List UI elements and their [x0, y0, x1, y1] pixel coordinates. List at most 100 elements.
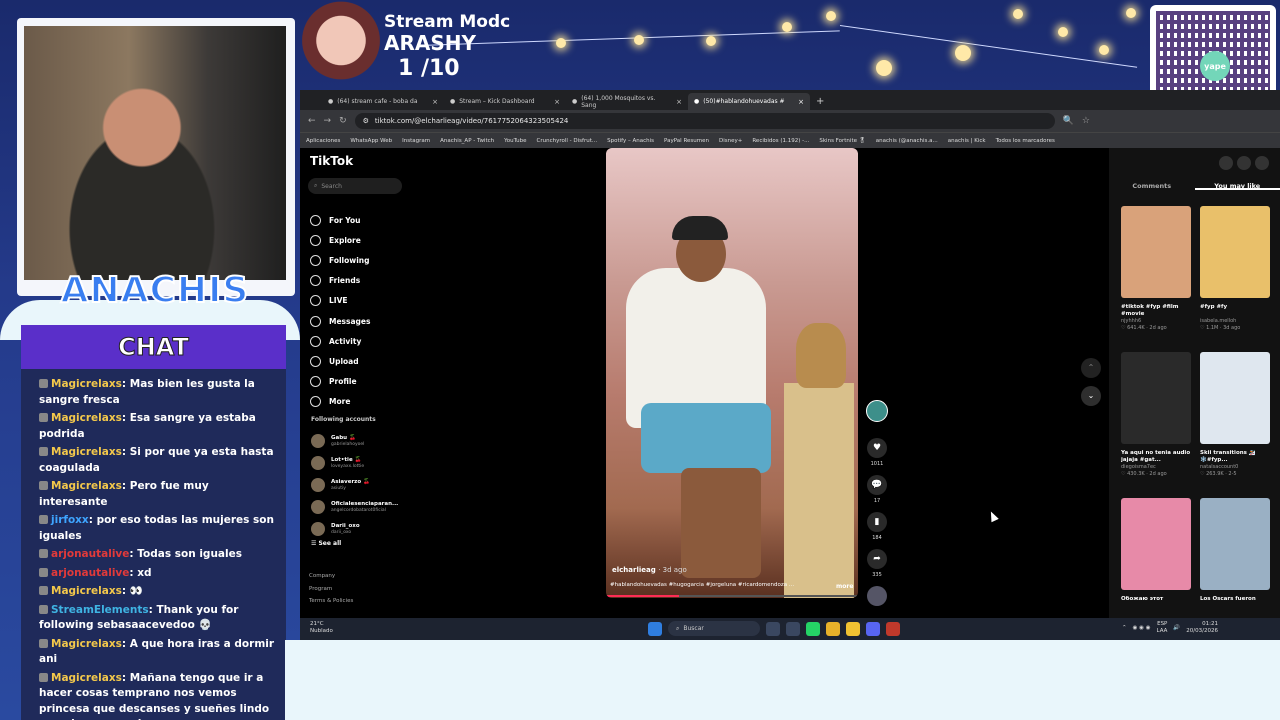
url-field[interactable]: ⚙ tiktok.com/@elcharlieag/video/76177520…	[354, 113, 1055, 129]
tray-icons[interactable]: ◉ ◉ ◉	[1133, 625, 1151, 631]
video-progress-bar[interactable]	[606, 595, 858, 597]
device-icon[interactable]	[1237, 156, 1251, 170]
close-icon[interactable]: ×	[798, 98, 804, 106]
suggested-video[interactable]: #tiktok #fyp #film #movie njyhhh6 ♡ 641.4K…	[1121, 206, 1191, 352]
see-all-link[interactable]: ☰ See all	[311, 540, 341, 547]
close-icon[interactable]: ×	[432, 98, 438, 106]
music-disc-icon[interactable]	[867, 586, 887, 606]
bookmark-item[interactable]: Recibidos (1.192) -...	[752, 138, 809, 144]
chat-username[interactable]: Magicrelaxs	[51, 638, 122, 650]
user-avatar[interactable]	[1255, 156, 1269, 170]
browser-tab[interactable]: ● Stream – Kick Dashboard ×	[444, 93, 566, 110]
clock[interactable]: 01:21 20/03/2026	[1186, 621, 1218, 635]
tab-comments[interactable]: Comments	[1109, 178, 1195, 198]
video-author[interactable]: elcharlieag · 3d ago	[612, 566, 687, 574]
bookmark-item[interactable]: Crunchyroll - Disfrut...	[537, 138, 598, 144]
bookmark-item[interactable]: WhatsApp Web	[350, 138, 392, 144]
bookmark-item[interactable]: Spotify – Anachis	[607, 138, 654, 144]
comment-icon[interactable]: 💬	[867, 475, 887, 495]
previous-video-button[interactable]: ⌃	[1081, 358, 1101, 378]
settings-icon[interactable]	[1219, 156, 1233, 170]
new-tab-button[interactable]: +	[816, 93, 824, 110]
weather-widget[interactable]: 21°C Nublado	[310, 621, 333, 635]
forward-icon[interactable]: →	[324, 116, 332, 126]
language-indicator[interactable]: ESP LAA	[1157, 621, 1168, 635]
back-icon[interactable]: ←	[308, 116, 316, 126]
nav-item-live[interactable]: LIVE	[310, 291, 410, 311]
browser-tab[interactable]: ● (64) 1,000 Mosquitos vs. Sang ×	[566, 93, 688, 110]
chat-username[interactable]: Magicrelaxs	[51, 446, 122, 458]
bookmark-item[interactable]: Todos los marcadores	[996, 138, 1055, 144]
reload-icon[interactable]: ↻	[339, 116, 347, 126]
more-button[interactable]: more	[836, 583, 853, 590]
nav-item-more[interactable]: More	[310, 392, 410, 412]
zoom-icon[interactable]: 🔍	[1063, 116, 1074, 126]
nav-item-messages[interactable]: Messages	[310, 311, 410, 331]
site-info-icon[interactable]: ⚙	[363, 117, 369, 125]
app-icon[interactable]	[886, 621, 900, 636]
bookmark-item[interactable]: Skins Fortnite 🎖	[819, 138, 865, 144]
bookmark-item[interactable]: Instagram	[402, 138, 430, 144]
nav-item-for-you[interactable]: For You	[310, 210, 410, 230]
chat-username[interactable]: arjonautalive	[51, 567, 129, 579]
following-account[interactable]: Gabu 🍒 gabrielahoyoel	[311, 430, 411, 452]
chat-username[interactable]: Magicrelaxs	[51, 378, 122, 390]
bookmark-item[interactable]: Anachis_AP - Twitch	[440, 138, 494, 144]
bookmark-star-icon[interactable]: ☆	[1082, 116, 1090, 126]
chat-username[interactable]: StreamElements	[51, 604, 149, 616]
chat-username[interactable]: Magicrelaxs	[51, 672, 122, 684]
volume-icon[interactable]: 🔊	[1173, 625, 1180, 631]
close-icon[interactable]: ×	[676, 98, 682, 106]
footer-link[interactable]: Terms & Policies	[309, 595, 353, 608]
nav-item-activity[interactable]: Activity	[310, 331, 410, 351]
search-input[interactable]: ⌕ Search	[308, 178, 402, 194]
bookmark-item[interactable]: PayPal Resumen	[664, 138, 709, 144]
file-explorer-icon[interactable]	[846, 621, 860, 636]
video-player[interactable]: elcharlieag · 3d ago #hablandohuevadas #…	[606, 148, 858, 598]
suggested-video[interactable]: Skii transitions 🏂 ❄️#fyp... natalsaccoun…	[1200, 352, 1270, 498]
following-account[interactable]: Darii_oxo darii_oxo	[311, 518, 411, 540]
browser-tab[interactable]: ● (64) stream cafe - boba da ×	[322, 93, 444, 110]
chrome-icon[interactable]	[826, 621, 840, 636]
ai-app-icon[interactable]	[786, 621, 800, 636]
nav-item-profile[interactable]: Profile	[310, 372, 410, 392]
chat-username[interactable]: Magicrelaxs	[51, 412, 122, 424]
suggested-video[interactable]: #fyp #fy isabela.melloh ♡ 1.1M · 3d ago	[1200, 206, 1270, 352]
nav-item-upload[interactable]: Upload	[310, 351, 410, 371]
bookmark-item[interactable]: Aplicaciones	[306, 138, 340, 144]
video-description[interactable]: #hablandohuevadas #hugogarcia #jorgeluna…	[610, 582, 830, 588]
footer-link[interactable]: Program	[309, 583, 353, 596]
heart-icon[interactable]: ♥	[867, 438, 887, 458]
chat-username[interactable]: Magicrelaxs	[51, 480, 122, 492]
tab-you-may-like[interactable]: You may like	[1194, 178, 1280, 190]
following-account[interactable]: Oficialesenciaparan... angelcordobatarot0…	[311, 496, 411, 518]
bookmark-item[interactable]: anachis | Kick	[948, 138, 986, 144]
tiktok-logo[interactable]: TikTok	[310, 154, 353, 168]
share-icon[interactable]: ➦	[867, 549, 887, 569]
taskbar-search[interactable]: ⌕ Buscar	[668, 621, 760, 636]
discord-icon[interactable]	[866, 621, 880, 636]
nav-item-following[interactable]: Following	[310, 250, 410, 270]
whatsapp-icon[interactable]	[806, 621, 820, 636]
nav-item-explore[interactable]: Explore	[310, 230, 410, 250]
suggested-video[interactable]: Ya aqui no tenia audio jajaja #gat... die…	[1121, 352, 1191, 498]
chat-username[interactable]: arjonautalive	[51, 548, 129, 560]
bookmark-item[interactable]: YouTube	[504, 138, 526, 144]
footer-link[interactable]: Company	[309, 570, 353, 583]
windows-start-icon[interactable]	[648, 621, 662, 636]
close-icon[interactable]: ×	[554, 98, 560, 106]
bookmark-item[interactable]: Disney+	[719, 138, 742, 144]
browser-tab[interactable]: ● (50)#hablandohuevadas # ×	[688, 93, 810, 110]
bookmark-icon[interactable]: ▮	[867, 512, 887, 532]
author-avatar[interactable]	[866, 400, 888, 422]
nav-item-friends[interactable]: Friends	[310, 271, 410, 291]
chat-username[interactable]: jirfoxx	[51, 514, 89, 526]
chevron-up-icon[interactable]: ⌃	[1122, 625, 1127, 631]
task-view-icon[interactable]	[766, 621, 780, 636]
following-account[interactable]: Lot•tie 🍒 loveyaxx.lottie	[311, 452, 411, 474]
chat-username[interactable]: Magicrelaxs	[51, 585, 122, 597]
search-icon: ⌕	[314, 182, 318, 189]
bookmark-item[interactable]: anachis (@anachis.a...	[876, 138, 938, 144]
following-account[interactable]: Asiaverzo 🍒 asiutiy	[311, 474, 411, 496]
next-video-button[interactable]: ⌄	[1081, 386, 1101, 406]
